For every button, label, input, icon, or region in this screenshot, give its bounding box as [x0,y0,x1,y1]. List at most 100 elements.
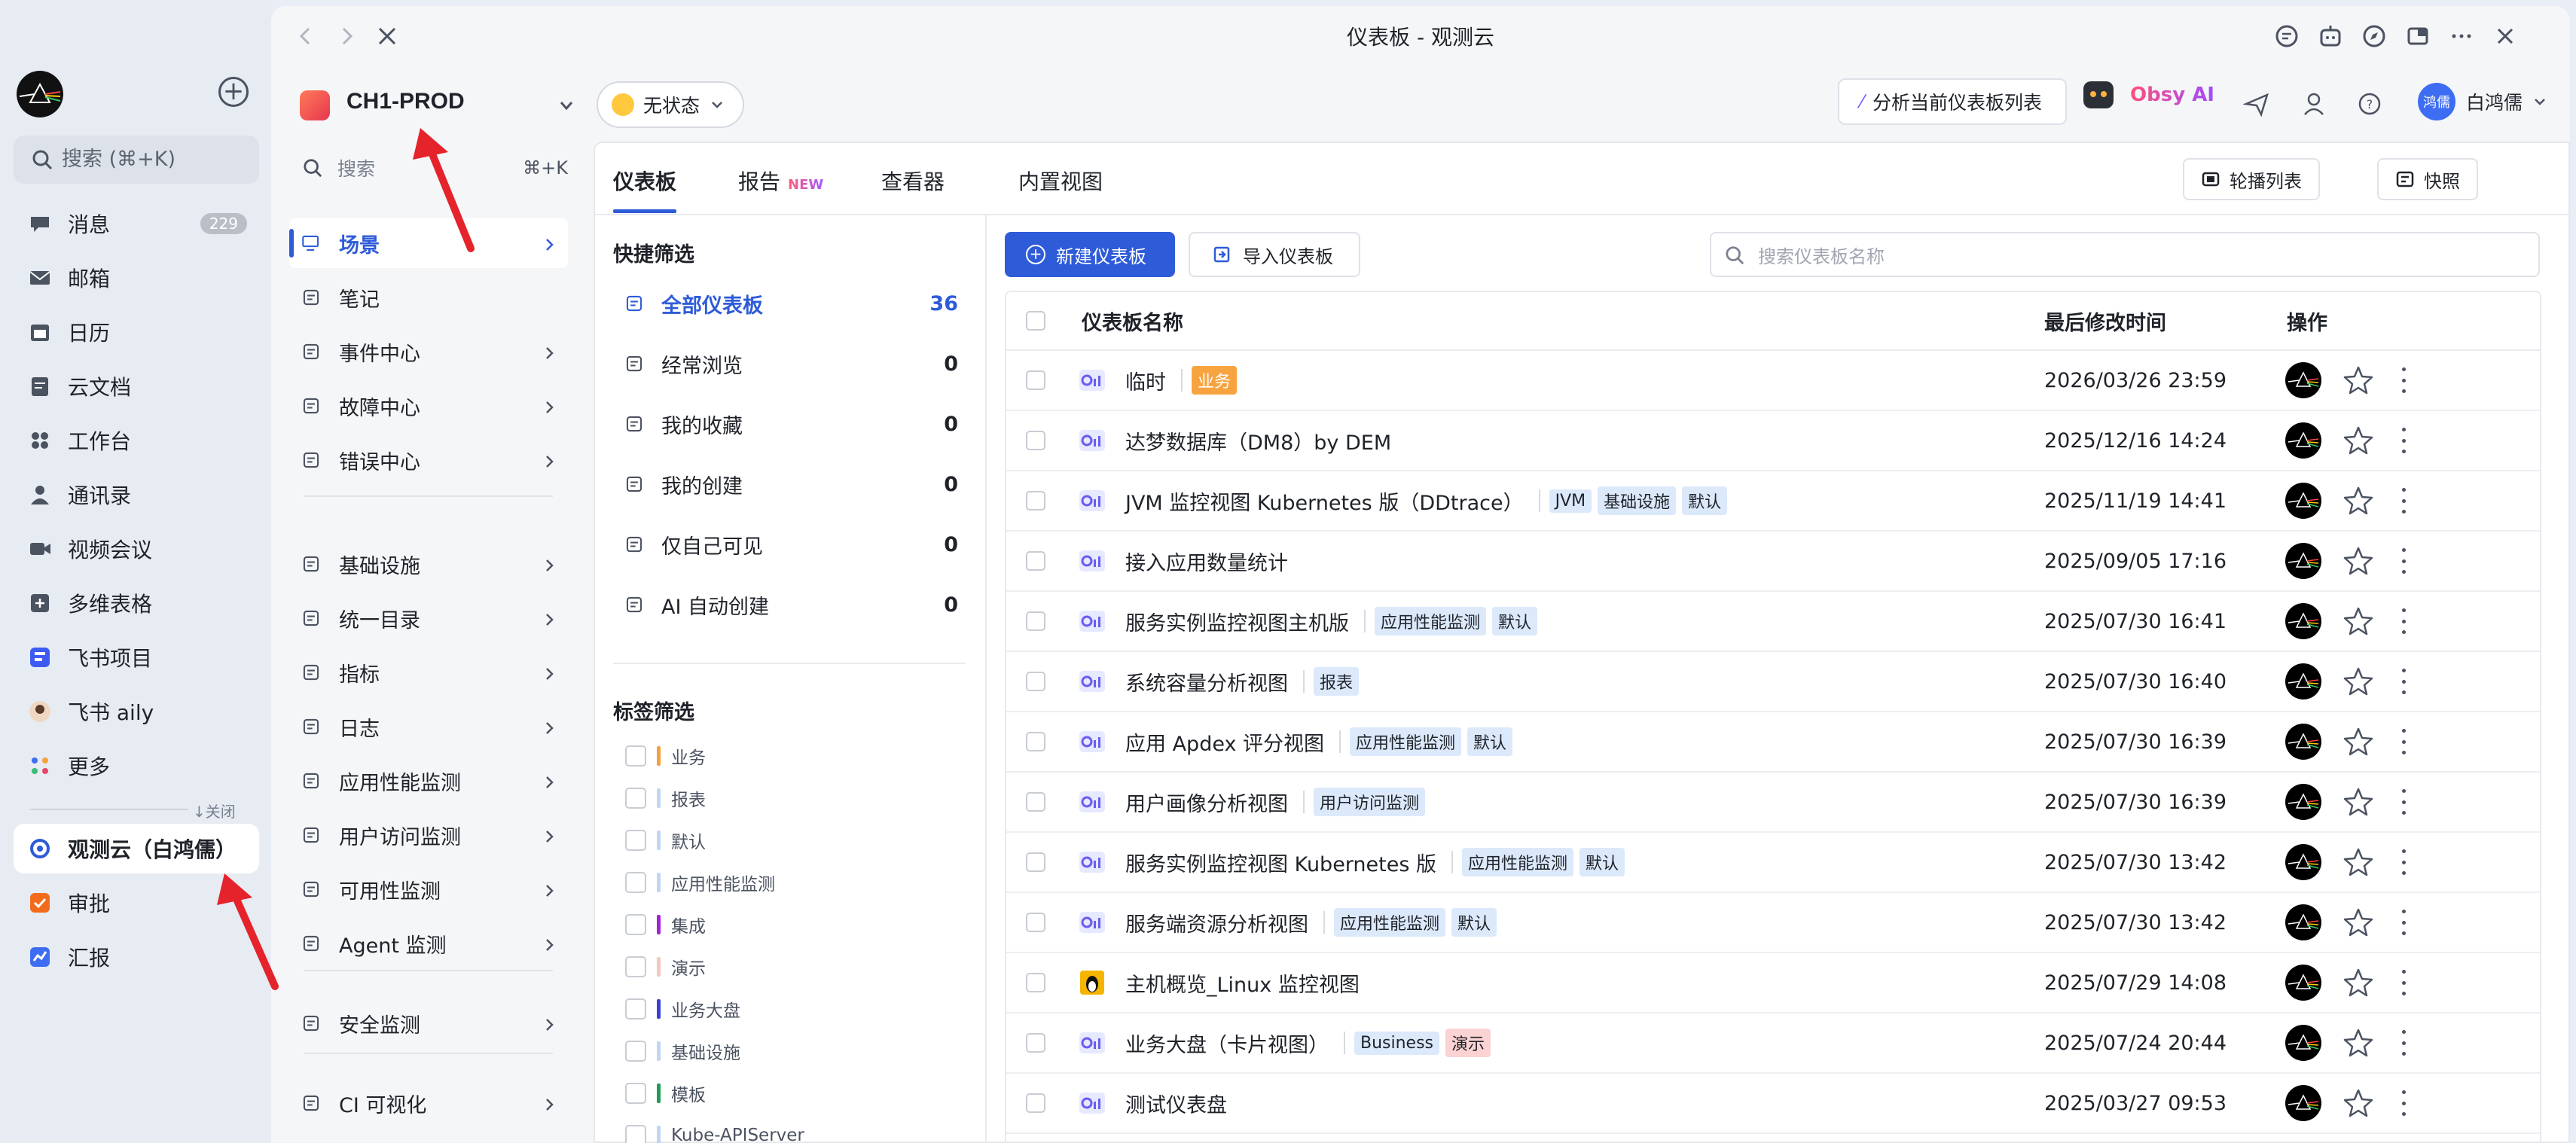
dashboard-tag[interactable]: 默认 [1451,908,1497,937]
user-settings-icon[interactable] [2302,90,2329,117]
more-horizontal-icon[interactable] [2448,23,2475,50]
rail-item[interactable]: 飞书项目 [14,632,259,682]
tag-filter[interactable]: Kube-APIServer [625,1120,804,1143]
row-checkbox[interactable] [1026,672,1045,691]
row-checkbox[interactable] [1026,611,1045,631]
column-modified[interactable]: 最后修改时间 [2044,292,2166,349]
more-vertical-icon[interactable] [2400,910,2407,935]
obsy-ai-button[interactable]: Obsy AI [2083,81,2214,108]
dashboard-tag[interactable]: 应用性能监测 [1462,848,1574,876]
row-checkbox[interactable] [1026,732,1045,751]
favorite-star-icon[interactable] [2343,1087,2374,1119]
rail-search-input[interactable]: 搜索 (⌘+K) [14,136,259,184]
dashboard-tag[interactable]: 基础设施 [1598,486,1677,515]
rail-item[interactable]: 工作台 [14,416,259,465]
favorite-star-icon[interactable] [2343,666,2374,697]
rail-item[interactable]: 通讯录 [14,470,259,520]
favorite-star-icon[interactable] [2343,786,2374,818]
tag-filter-checkbox[interactable] [625,956,646,977]
row-checkbox[interactable] [1026,370,1045,390]
nav-item[interactable]: 故障中心 [289,381,568,431]
add-icon[interactable]: + [218,77,249,107]
window-mode-icon[interactable] [2404,23,2431,50]
table-row[interactable]: 用户画像分析视图 用户访问监测 2025/07/30 16:39 [1006,773,2540,833]
row-checkbox[interactable] [1026,491,1045,511]
quick-filter[interactable]: AI 自动创建 0 [613,581,966,628]
more-vertical-icon[interactable] [2400,608,2407,634]
dashboard-tag[interactable]: Business [1354,1031,1440,1055]
row-checkbox[interactable] [1026,913,1045,932]
nav-item[interactable]: 日志 [289,702,568,751]
nav-item[interactable]: 应用性能监测 [289,756,568,806]
table-row[interactable]: 达梦数据库（DM8）by DEM 2025/12/16 14:24 [1006,411,2540,471]
table-row[interactable]: 业务大盘（卡片视图） Business 演示 2025/07/24 20:44 [1006,1013,2540,1074]
dashboard-name[interactable]: 系统容量分析视图 [1125,667,1288,696]
select-all-checkbox[interactable] [1026,311,1045,331]
more-vertical-icon[interactable] [2400,849,2407,875]
favorite-star-icon[interactable] [2343,485,2374,517]
analyze-dashboard-list-button[interactable]: ⁄ 分析当前仪表板列表 [1838,78,2067,125]
comment-icon[interactable] [2273,23,2300,50]
dashboard-name[interactable]: 服务实例监控视图主机版 [1125,607,1349,636]
row-checkbox[interactable] [1026,1033,1045,1053]
quick-filter[interactable]: 经常浏览 0 [613,340,966,387]
dashboard-name[interactable]: 测试仪表盘 [1125,1089,1227,1118]
dashboard-name[interactable]: 服务端资源分析视图 [1125,908,1308,937]
tag-filter[interactable]: 业务大盘 [625,994,740,1024]
dashboard-tag[interactable]: 默认 [1579,848,1625,876]
favorite-star-icon[interactable] [2343,907,2374,938]
favorite-star-icon[interactable] [2343,1027,2374,1059]
favorite-star-icon[interactable] [2343,545,2374,577]
table-row[interactable]: JVM 监控视图 Kubernetes 版（DDtrace） JVM 基础设施 默认 2… [1006,471,2540,532]
tag-filter-checkbox[interactable] [625,1083,646,1104]
close-window-icon[interactable] [2492,23,2519,50]
table-row[interactable]: 服务端资源分析视图 应用性能监测 默认 2025/07/30 13:42 [1006,893,2540,953]
robot-icon[interactable] [2317,23,2344,50]
favorite-star-icon[interactable] [2343,605,2374,637]
quick-filter[interactable]: 全部仪表板 36 [613,280,966,327]
tag-filter-checkbox[interactable] [625,914,646,935]
more-vertical-icon[interactable] [2400,367,2407,393]
favorite-star-icon[interactable] [2343,846,2374,878]
more-vertical-icon[interactable] [2400,669,2407,694]
dashboard-name[interactable]: 临时 [1125,366,1166,395]
favorite-star-icon[interactable] [2343,967,2374,998]
tag-filter-checkbox[interactable] [625,1125,646,1143]
nav-item[interactable]: 用户访问监测 [289,810,568,860]
nav-item[interactable]: 事件中心 [289,327,568,376]
user-menu[interactable]: 鸿儒 白鸿儒 [2418,83,2548,120]
table-row[interactable]: 应用 Apdex 评分视图 应用性能监测 默认 2025/07/30 16:39 [1006,712,2540,773]
nav-item[interactable]: 错误中心 [289,435,568,485]
more-vertical-icon[interactable] [2400,488,2407,514]
help-icon[interactable]: ? [2356,90,2383,117]
dashboard-tag[interactable]: 演示 [1445,1029,1491,1057]
compass-icon[interactable] [2361,23,2388,50]
rail-item[interactable]: 飞书 aily [14,687,259,736]
dashboard-tag[interactable]: 默认 [1682,486,1728,515]
row-checkbox[interactable] [1026,792,1045,812]
nav-item[interactable]: 笔记 [289,273,568,322]
snapshot-button[interactable]: 快照 [2377,158,2478,200]
table-row[interactable]: 临时 业务 2026/03/26 23:59 [1006,351,2540,411]
tab[interactable]: 查看器 [881,166,945,196]
tag-filter[interactable]: 默认 [625,825,706,855]
tag-filter[interactable]: 报表 [625,783,706,813]
carousel-list-button[interactable]: 轮播列表 [2183,158,2320,200]
quick-filter[interactable]: 仅自己可见 0 [613,521,966,568]
more-vertical-icon[interactable] [2400,428,2407,453]
tag-filter[interactable]: 业务 [625,741,706,771]
tag-filter-checkbox[interactable] [625,788,646,809]
tag-filter-checkbox[interactable] [625,998,646,1020]
tab[interactable]: 报告 NEW [738,166,823,196]
dashboard-tag[interactable]: 默认 [1492,607,1538,636]
dashboard-name[interactable]: 服务实例监控视图 Kubernetes 版 [1125,848,1436,877]
favorite-star-icon[interactable] [2343,425,2374,456]
dashboard-tag[interactable]: 报表 [1314,667,1360,696]
favorite-star-icon[interactable] [2343,726,2374,757]
table-row[interactable]: 接入应用数量统计 2025/09/05 17:16 [1006,532,2540,592]
quick-filter[interactable]: 我的收藏 0 [613,401,966,447]
column-name[interactable]: 仪表板名称 [1082,292,1183,349]
row-checkbox[interactable] [1026,852,1045,872]
more-vertical-icon[interactable] [2400,548,2407,574]
table-row[interactable]: 测试仪表盘 2025/03/27 09:53 [1006,1074,2540,1134]
